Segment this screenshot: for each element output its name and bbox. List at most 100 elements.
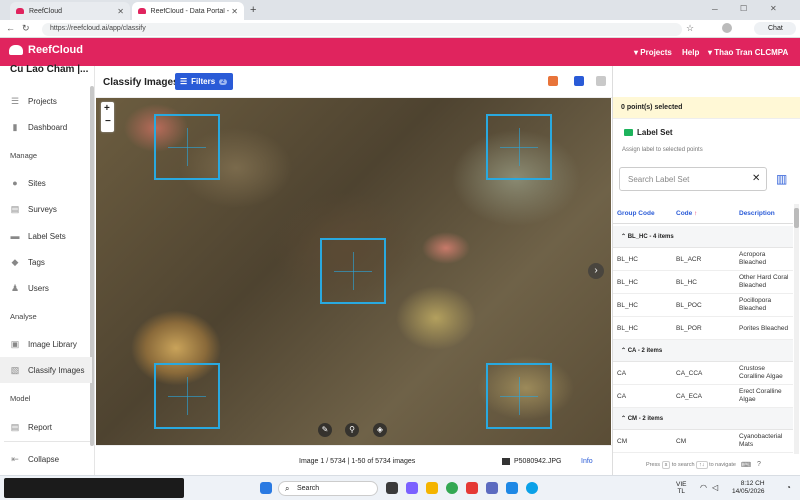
app-icon[interactable] — [486, 482, 498, 494]
sidebar-item-classify-images[interactable]: ▧ Classify Images — [0, 357, 92, 383]
chrome-icon[interactable] — [446, 482, 458, 494]
help-circle-icon[interactable]: ? — [757, 461, 761, 468]
pin-panel-icon[interactable]: ▥ — [776, 172, 787, 186]
hint-key-s: s — [661, 461, 671, 469]
notification-icon[interactable]: ◔ — [786, 483, 791, 492]
sidebar-item-dashboard[interactable]: ▮ Dashboard — [0, 114, 92, 140]
table-row[interactable]: CA CA_CCA Crustose Coralline Algae — [613, 362, 793, 385]
taskbar-search[interactable]: ⌕ Search — [278, 481, 378, 496]
reefcloud-logo[interactable]: ReefCloud — [9, 44, 83, 56]
hint-navigate: to navigate — [709, 462, 736, 468]
sidebar: Cu Lao Cham |... ☰ Projects ▮ Dashboard Ma… — [0, 64, 95, 500]
clear-search-icon[interactable]: ✕ — [752, 173, 760, 184]
tab-label: ReefCloud — [29, 7, 63, 15]
sidebar-item-surveys[interactable]: ▤ Surveys — [0, 196, 92, 222]
maximize-icon[interactable]: ☐ — [740, 4, 747, 13]
sidebar-item-image-library[interactable]: ▣ Image Library — [0, 331, 92, 357]
teams-icon[interactable] — [406, 482, 418, 494]
group-header-bl-hc[interactable]: ⌃ BL_HC - 4 items — [613, 226, 793, 248]
url-text: https://reefcloud.ai/app/classify — [50, 25, 146, 32]
hide-points-icon[interactable] — [548, 76, 558, 86]
browser-tab-reefcloud[interactable]: ReefCloud ✕ — [10, 2, 130, 20]
image-library-icon: ▣ — [10, 338, 20, 349]
annotation-point[interactable] — [154, 363, 220, 429]
classify-toolbar: Classify Images ☰ Filters 2 — [96, 66, 612, 98]
windows-start-icon[interactable] — [260, 482, 272, 494]
refresh-icon[interactable]: ↻ — [22, 23, 30, 34]
star-icon[interactable]: ☆ — [686, 23, 694, 34]
column-group-code[interactable]: Group Code — [617, 210, 655, 217]
edit-image-icon[interactable]: ✎ — [318, 423, 332, 437]
table-row[interactable]: CM CM Cyanobacterial Mats — [613, 430, 793, 453]
panel-scrollbar-thumb[interactable] — [794, 208, 799, 228]
projects-menu[interactable]: ▾ Projects — [634, 48, 672, 57]
file-explorer-icon[interactable] — [426, 482, 438, 494]
sidebar-item-report[interactable]: ▤ Report — [0, 414, 92, 440]
browser-tab-classify[interactable]: ReefCloud - Data Portal - Classify ✕ — [132, 2, 244, 20]
mail-icon[interactable] — [506, 482, 518, 494]
cloud-icon — [9, 45, 23, 55]
user-menu[interactable]: ▾ Thao Tran CLCMPA — [708, 48, 788, 57]
table-row[interactable]: CA CA_ECA Erect Coralline Algae — [613, 385, 793, 408]
sidebar-item-users[interactable]: ♟ Users — [0, 275, 92, 301]
volume-icon[interactable]: ◁ — [712, 483, 718, 492]
keyboard-icon[interactable]: ⌨ — [741, 461, 751, 469]
grid-view-icon[interactable] — [596, 76, 606, 86]
window-close-icon[interactable]: ✕ — [770, 4, 777, 13]
coral-image[interactable]: + − › ✎ ⚲ ◈ — [96, 98, 611, 445]
annotation-point[interactable] — [154, 114, 220, 180]
image-view-icon[interactable] — [574, 76, 584, 86]
back-icon[interactable]: ← — [6, 23, 15, 33]
table-row[interactable]: BL_HC BL_POR Porites Bleached — [613, 317, 793, 340]
next-image-button[interactable]: › — [588, 263, 604, 279]
zoom-in-button[interactable]: + — [104, 103, 110, 114]
cell-group: CM — [617, 438, 628, 445]
filters-button[interactable]: ☰ Filters 2 — [175, 73, 233, 90]
zoom-out-button[interactable]: − — [105, 116, 111, 127]
search-input[interactable]: Search Label Set ✕ — [619, 167, 767, 191]
column-code[interactable]: Code ↑ — [676, 210, 697, 217]
section-manage: Manage — [10, 151, 38, 160]
close-icon[interactable]: ✕ — [231, 7, 238, 16]
video-thumbnail[interactable] — [4, 478, 184, 498]
selection-banner: 0 point(s) selected — [613, 97, 800, 119]
sidebar-item-sites[interactable]: ● Sites — [0, 170, 92, 196]
column-description[interactable]: Description — [739, 210, 775, 217]
sidebar-item-label: Image Library — [28, 339, 77, 349]
table-row[interactable]: BL_HC BL_HC Other Hard Coral Bleached — [613, 271, 793, 294]
task-view-icon[interactable] — [386, 482, 398, 494]
pin-icon[interactable]: ⚲ — [345, 423, 359, 437]
minimize-icon[interactable]: ─ — [712, 5, 718, 14]
sidebar-item-tags[interactable]: ◆ Tags — [0, 249, 92, 275]
wifi-icon[interactable]: ◠ — [700, 483, 707, 492]
close-icon[interactable]: ✕ — [117, 7, 124, 16]
annotation-point[interactable] — [486, 363, 552, 429]
help-link[interactable]: Help — [682, 48, 699, 57]
labels-icon: ▬ — [10, 231, 20, 241]
app-icon[interactable] — [466, 482, 478, 494]
collapse-button[interactable]: ⇤ Collapse — [0, 446, 92, 472]
chat-button[interactable]: Chat — [754, 22, 796, 35]
language-indicator[interactable]: VIE TL — [676, 481, 686, 495]
hint-search: to search — [671, 462, 695, 468]
group-header-cm[interactable]: ⌃ CM - 2 items — [613, 408, 793, 430]
label-set-icon — [624, 129, 633, 136]
sidebar-item-label: Surveys — [28, 204, 57, 214]
new-tab-button[interactable]: + — [250, 4, 256, 16]
url-field[interactable]: https://reefcloud.ai/app/classify — [42, 23, 682, 36]
tag-icon[interactable]: ◈ — [373, 423, 387, 437]
sidebar-item-projects[interactable]: ☰ Projects — [0, 88, 92, 114]
sidebar-item-label-sets[interactable]: ▬ Label Sets — [0, 223, 92, 249]
edge-icon[interactable] — [526, 482, 538, 494]
table-row[interactable]: BL_HC BL_POC Pocillopora Bleached — [613, 294, 793, 317]
annotation-point[interactable] — [320, 238, 386, 304]
cell-description: Pocillopora Bleached — [739, 297, 772, 312]
info-link[interactable]: Info — [581, 458, 593, 465]
annotation-point[interactable] — [486, 114, 552, 180]
project-name[interactable]: Cu Lao Cham |... — [10, 64, 90, 75]
group-header-ca[interactable]: ⌃ CA - 2 items — [613, 340, 793, 362]
cell-group: BL_HC — [617, 256, 638, 263]
clock[interactable]: 8:12 CH 14/05/2026 — [732, 480, 765, 496]
profile-avatar[interactable] — [722, 23, 732, 33]
table-row[interactable]: BL_HC BL_ACR Acropora Bleached — [613, 248, 793, 271]
